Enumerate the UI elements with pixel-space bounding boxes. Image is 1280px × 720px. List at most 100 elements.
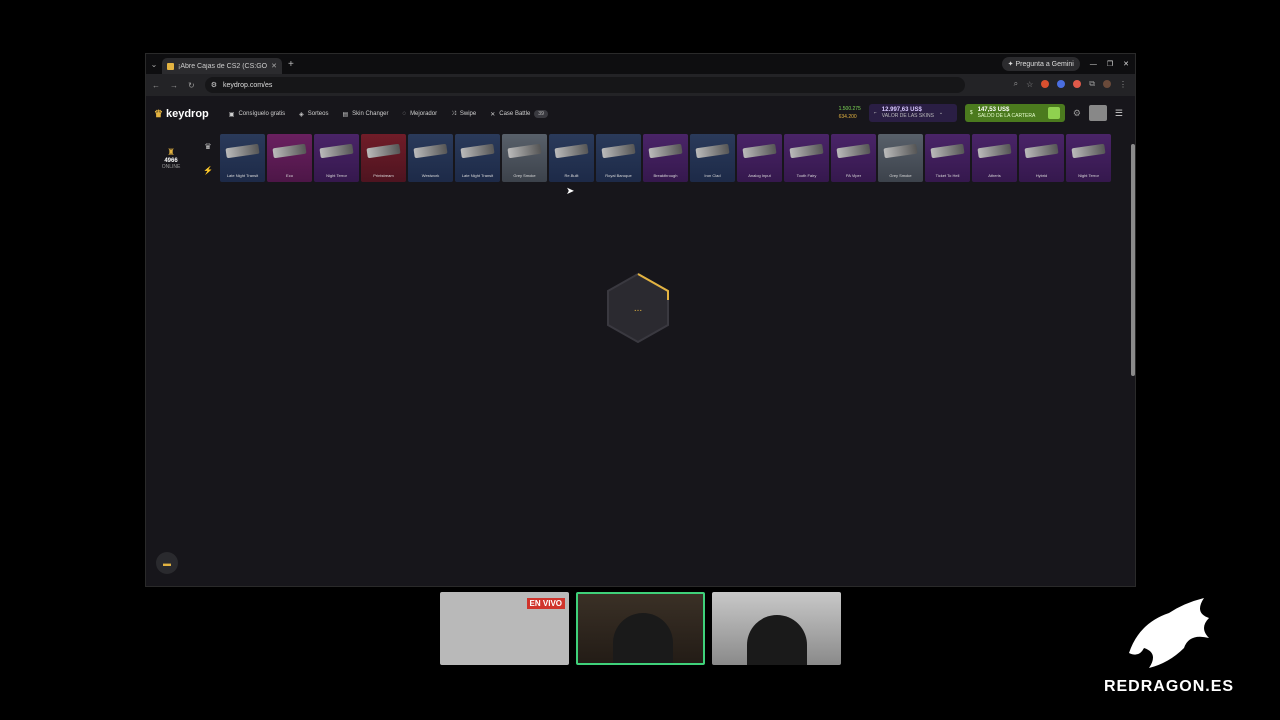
weapon-image xyxy=(366,143,401,159)
drop-card[interactable]: Printstream xyxy=(361,134,406,182)
extension-icon-orange[interactable] xyxy=(1073,80,1082,88)
drop-card[interactable]: Re.Built xyxy=(549,134,594,182)
hamburger-menu-icon[interactable]: ☰ xyxy=(1115,108,1123,119)
lightning-icon[interactable]: ⚡ xyxy=(203,166,213,175)
streamer-silhouette xyxy=(613,613,673,663)
settings-gear-icon[interactable]: ⚙ xyxy=(1073,108,1081,119)
nav-swipe[interactable]: ⤨ Swipe xyxy=(451,111,476,118)
weapon-image xyxy=(789,143,824,159)
weapon-image xyxy=(272,143,307,159)
drop-card-name: Night Terror xyxy=(326,173,347,178)
drop-card-name: PA Viper xyxy=(845,173,862,178)
redragon-brand: REDRAGON.ES xyxy=(1084,593,1254,696)
weapon-image xyxy=(695,143,730,159)
extension-icon-red[interactable] xyxy=(1041,80,1050,88)
weapon-image xyxy=(319,143,354,159)
close-tab-icon[interactable]: ✕ xyxy=(271,62,277,70)
mouse-cursor-icon: ➤ xyxy=(566,186,575,197)
nav-case-battle[interactable]: ✕ Case Battle 39 xyxy=(490,110,548,118)
coin-balances: 1.500.275 634.200 xyxy=(839,105,861,121)
zoom-icon[interactable]: ⌕ xyxy=(1014,79,1018,89)
drop-card[interactable]: Tooth Fairy xyxy=(784,134,829,182)
skins-value-button[interactable]: ⌐ 12.997,63 US$ VALOR DE LAS SKINS ⌄ xyxy=(868,104,957,122)
reload-icon[interactable]: ↻ xyxy=(188,81,195,90)
page-scrollbar[interactable] xyxy=(1131,144,1135,376)
bookmark-star-icon[interactable]: ☆ xyxy=(1026,80,1033,89)
drop-card[interactable]: Late Night Transit xyxy=(220,134,265,182)
drop-card[interactable]: Westwork xyxy=(408,134,453,182)
keydrop-logo-icon: ♛ xyxy=(154,108,163,120)
site-logo[interactable]: ♛ keydrop xyxy=(154,108,209,120)
new-tab-button[interactable]: + xyxy=(288,59,294,70)
site-info-icon[interactable]: ⚙ xyxy=(211,81,217,89)
drop-card[interactable]: Hybrid xyxy=(1019,134,1064,182)
nav-skin-changer[interactable]: ▤ Skin Changer xyxy=(342,111,388,118)
upgrader-icon: ◌ xyxy=(402,111,407,117)
weapon-image xyxy=(977,143,1012,159)
drop-card-name: Breakthrough xyxy=(653,173,678,178)
nav-upgrader[interactable]: ◌ Mejorador xyxy=(402,111,437,117)
nav-giveaways[interactable]: ◈ Sorteos xyxy=(299,111,328,118)
address-bar-row: ← → ↻ ⚙ keydrop.com/es ⌕ ☆ ⧉ ⋮ xyxy=(146,74,1135,96)
gemini-button[interactable]: ✦ Pregunta a Gemini xyxy=(1001,57,1080,71)
drop-card[interactable]: Grey Smoke xyxy=(502,134,547,182)
tab-active[interactable]: ¡Abre Cajas de CS2 (CS:GO), Ga ✕ xyxy=(162,58,282,74)
profile-avatar[interactable] xyxy=(1103,80,1111,88)
wallet-button[interactable]: $ 147,53 US$ SALDO DE LA CARTERA xyxy=(964,104,1065,122)
forward-icon[interactable]: → xyxy=(170,81,178,90)
drop-card[interactable]: PA Viper xyxy=(831,134,876,182)
drop-card-name: Hybrid xyxy=(1035,173,1048,178)
drop-card-name: Printstream xyxy=(373,173,394,178)
stream-cameras: EN VIVO xyxy=(440,592,841,665)
drop-card-name: Re.Built xyxy=(564,173,579,178)
drop-card[interactable]: Royal Baroque xyxy=(596,134,641,182)
skin-changer-icon: ▤ xyxy=(342,111,349,118)
gold-coins: 1.500.275 xyxy=(838,106,861,112)
weapon-image xyxy=(930,143,965,159)
minimize-icon[interactable]: — xyxy=(1090,61,1097,68)
crown-icon[interactable]: ♛ xyxy=(204,142,211,151)
camera-streamer-1 xyxy=(576,592,705,665)
drop-card-name: Analog Input xyxy=(748,173,771,178)
weapon-image xyxy=(601,143,636,159)
drop-card[interactable]: Night Terror xyxy=(314,134,359,182)
drop-card-name: Westwork xyxy=(421,173,440,178)
dollar-icon: $ xyxy=(969,110,973,116)
drop-card[interactable]: Night Terror xyxy=(1066,134,1111,182)
restore-icon[interactable]: ❐ xyxy=(1107,60,1113,68)
users-icon: ♜ xyxy=(166,146,176,157)
close-window-icon[interactable]: ✕ xyxy=(1123,60,1129,68)
wallet-label: SALDO DE LA CARTERA xyxy=(977,113,1036,119)
extensions-puzzle-icon[interactable]: ⧉ xyxy=(1089,79,1095,89)
drop-card[interactable]: Grey Smoke xyxy=(878,134,923,182)
extension-icon-blue[interactable] xyxy=(1057,80,1066,88)
add-funds-button[interactable] xyxy=(1047,107,1060,119)
nav-swipe-label: Swipe xyxy=(459,111,477,117)
streamer-silhouette xyxy=(747,615,807,665)
drop-card[interactable]: Analog Input xyxy=(737,134,782,182)
drop-card[interactable]: Ticket To Hell xyxy=(925,134,970,182)
gemini-label: Pregunta a Gemini xyxy=(1015,61,1074,68)
drop-filter-icons: ♛ ⚡ xyxy=(198,134,218,182)
drop-card-name: Grey Smoke xyxy=(513,173,536,178)
chat-button[interactable]: ▬ xyxy=(156,552,178,574)
user-avatar[interactable] xyxy=(1088,105,1107,121)
drop-card[interactable]: Breakthrough xyxy=(643,134,688,182)
weapon-image xyxy=(742,143,777,159)
drop-card[interactable]: Atheris xyxy=(972,134,1017,182)
nav-free-label: Consíguelo gratis xyxy=(238,111,286,117)
drop-card-name: Late Night Transit xyxy=(461,173,494,178)
drop-card[interactable]: Late Night Transit xyxy=(455,134,500,182)
nav-free[interactable]: ▣ Consíguelo gratis xyxy=(229,111,285,118)
weapon-image xyxy=(460,143,495,159)
drop-card-name: Ticket To Hell xyxy=(935,173,960,178)
drop-card[interactable]: Iron Clad xyxy=(690,134,735,182)
keydrop-favicon-icon xyxy=(167,62,174,70)
camera-streamer-2 xyxy=(712,592,841,665)
browser-menu-icon[interactable]: ⋮ xyxy=(1119,80,1127,89)
url-field[interactable]: ⚙ keydrop.com/es xyxy=(204,77,965,93)
back-icon[interactable]: ← xyxy=(152,81,160,90)
dragon-logo-icon xyxy=(1129,598,1209,668)
tab-search-icon[interactable]: ⌄ xyxy=(146,60,162,69)
drop-card[interactable]: Eco xyxy=(267,134,312,182)
